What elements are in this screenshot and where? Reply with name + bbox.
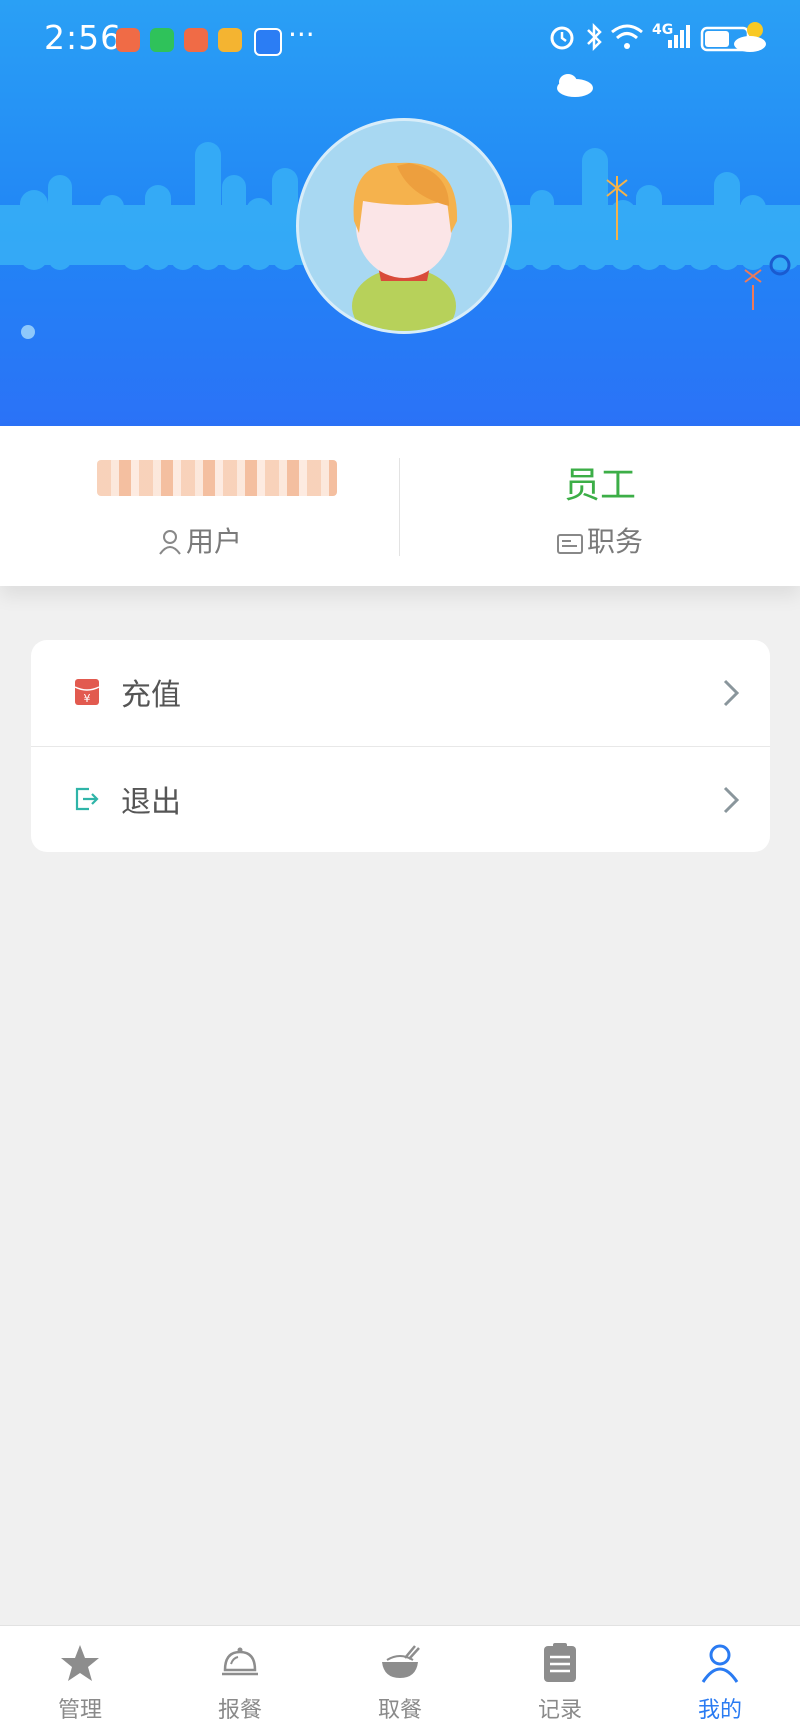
bowl-icon — [382, 1645, 420, 1678]
user-info-card: 用户 员工 职务 — [0, 426, 800, 586]
tab-label: 我的 — [697, 1698, 742, 1723]
alarm-icon — [550, 26, 574, 50]
tab-label: 记录 — [537, 1698, 582, 1723]
svg-text:¥: ¥ — [84, 692, 91, 705]
tab-label: 报餐 — [217, 1698, 262, 1723]
clipboard-icon — [544, 1643, 576, 1682]
red-envelope-icon: ¥ — [74, 679, 100, 705]
tab-manage[interactable]: 管理 — [0, 1626, 160, 1734]
signal-icon — [668, 25, 690, 48]
redacted-phone-number — [97, 460, 337, 496]
tab-mine[interactable]: 我的 — [640, 1626, 800, 1734]
role-value: 员工 — [563, 465, 636, 506]
tab-label: 管理 — [57, 1698, 102, 1723]
wifi-icon — [611, 24, 643, 49]
weather-icon — [254, 28, 282, 56]
menu-item-label: 退出 — [121, 785, 181, 820]
chevron-right-icon — [723, 679, 740, 707]
app-icon — [218, 28, 242, 52]
avatar-illustration — [352, 162, 458, 331]
user-label-row: 用户 — [0, 520, 400, 560]
status-time: 2:56 — [44, 18, 123, 57]
id-card-icon — [556, 534, 583, 554]
user-outline-icon — [159, 530, 181, 555]
action-menu: ¥ 充值 退出 — [31, 640, 770, 852]
chevron-right-icon — [723, 786, 740, 814]
role-label-row: 职务 — [400, 520, 800, 560]
tab-records[interactable]: 记录 — [480, 1626, 640, 1734]
battery-icon — [700, 22, 766, 52]
star-icon — [61, 1645, 99, 1681]
wechat-icon — [150, 28, 174, 52]
tab-order-meal[interactable]: 报餐 — [160, 1626, 320, 1734]
logout-icon — [75, 787, 99, 811]
menu-item-recharge[interactable]: ¥ 充值 — [31, 640, 770, 746]
user-icon — [701, 1644, 739, 1683]
role-label: 职务 — [586, 525, 643, 558]
app-notification-icon — [184, 28, 208, 52]
role-column: 员工 职务 — [400, 426, 800, 586]
user-column: 用户 — [0, 426, 400, 586]
status-bar: 2:56 ··· 4G — [0, 0, 800, 80]
menu-item-label: 充值 — [121, 678, 181, 713]
user-label: 用户 — [185, 525, 242, 558]
more-notifications-icon: ··· — [288, 18, 315, 51]
tab-label: 取餐 — [377, 1698, 422, 1723]
bluetooth-icon — [587, 22, 602, 52]
user-avatar[interactable] — [296, 118, 512, 334]
cloche-icon — [222, 1647, 258, 1676]
tab-pickup-meal[interactable]: 取餐 — [320, 1626, 480, 1734]
app-notification-icon — [116, 28, 140, 52]
bottom-tab-bar: 管理 报餐 取餐 记录 我的 — [0, 1625, 800, 1734]
menu-item-logout[interactable]: 退出 — [31, 747, 770, 852]
profile-header: 2:56 ··· 4G — [0, 0, 800, 426]
